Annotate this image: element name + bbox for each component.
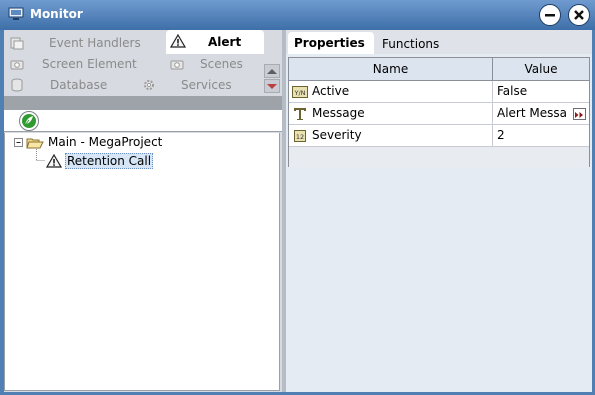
tab-label: Functions <box>382 37 440 51</box>
tree-node-label: Retention Call <box>65 153 154 169</box>
tab-label: Alert <box>208 35 242 49</box>
close-button[interactable] <box>568 4 590 26</box>
tab-database[interactable]: Database <box>8 75 138 96</box>
properties-grid: Name Value Y/N Active False Message Aler… <box>288 57 590 167</box>
tab-label: Properties <box>294 36 365 50</box>
tree-toolbar <box>4 110 282 132</box>
chevron-down-icon <box>267 84 277 89</box>
property-name: Severity <box>312 128 362 142</box>
tab-label: Screen Element <box>42 57 137 71</box>
separator-band <box>4 96 282 110</box>
number-icon: 12 <box>292 129 308 143</box>
run-button[interactable] <box>19 111 39 131</box>
property-value[interactable]: 2 <box>497 128 573 142</box>
tab-label: Scenes <box>200 57 243 71</box>
tab-label: Services <box>181 78 232 92</box>
expand-value-button[interactable] <box>573 108 586 120</box>
property-name: Message <box>312 106 365 120</box>
camera-icon <box>10 57 24 71</box>
scroll-up-button[interactable] <box>264 64 280 78</box>
tab-alert[interactable]: Alert <box>166 30 264 54</box>
svg-text:Y/N: Y/N <box>293 89 305 97</box>
alert-icon <box>45 153 63 171</box>
property-row-active[interactable]: Y/N Active False <box>289 81 589 103</box>
camera-icon <box>170 57 184 71</box>
gear-icon <box>142 78 156 92</box>
folder-open-icon <box>26 136 44 153</box>
leaf-icon <box>22 114 36 128</box>
title-bar[interactable]: Monitor <box>0 0 595 30</box>
property-value[interactable]: Alert Messa <box>497 106 573 120</box>
property-name-cell: Message <box>289 103 493 124</box>
tab-event-handlers[interactable]: Event Handlers <box>8 33 168 54</box>
header-label: Value <box>524 62 558 76</box>
tab-scenes[interactable]: Scenes <box>166 54 262 75</box>
svg-text:12: 12 <box>296 133 304 141</box>
monitor-window: Monitor Event Handlers Alert Screen Elem… <box>0 0 595 395</box>
minimize-button[interactable] <box>539 4 561 26</box>
column-header-value[interactable]: Value <box>493 58 589 81</box>
scroll-down-button[interactable] <box>264 79 280 93</box>
left-pane: Event Handlers Alert Screen Element Scen… <box>4 30 282 392</box>
object-type-tabs: Event Handlers Alert Screen Element Scen… <box>4 30 282 96</box>
alert-icon <box>169 33 187 48</box>
tab-scroller <box>264 64 280 94</box>
property-row-severity[interactable]: 12 Severity 2 <box>289 125 589 147</box>
window-title: Monitor <box>30 7 83 21</box>
monitor-icon <box>8 7 24 21</box>
tab-label: Event Handlers <box>49 36 141 50</box>
detail-tabs: Properties Functions <box>286 30 592 54</box>
database-icon <box>10 78 24 92</box>
header-label: Name <box>372 62 409 76</box>
double-arrow-icon <box>575 112 583 118</box>
column-header-name[interactable]: Name <box>289 58 493 81</box>
property-row-message[interactable]: Message Alert Messa <box>289 103 589 125</box>
property-name-cell: Y/N Active <box>289 81 493 102</box>
tree-node-label: Main - MegaProject <box>48 135 163 149</box>
tab-functions[interactable]: Functions <box>376 32 456 54</box>
tab-label: Database <box>50 78 108 92</box>
tab-screen-element[interactable]: Screen Element <box>8 54 168 75</box>
text-icon <box>292 107 308 121</box>
tab-properties[interactable]: Properties <box>288 32 374 54</box>
property-name: Active <box>312 84 350 98</box>
property-name-cell: 12 Severity <box>289 125 493 146</box>
right-pane: Properties Functions Name Value Y/N Acti… <box>286 30 592 392</box>
grid-footer <box>289 147 589 167</box>
event-handlers-icon <box>10 36 24 50</box>
property-value[interactable]: False <box>497 84 573 98</box>
alert-tree: Main - MegaProject Retention Call <box>4 133 280 391</box>
boolean-icon: Y/N <box>292 85 308 99</box>
chevron-up-icon <box>267 69 277 74</box>
tab-services[interactable]: Services <box>140 75 260 96</box>
